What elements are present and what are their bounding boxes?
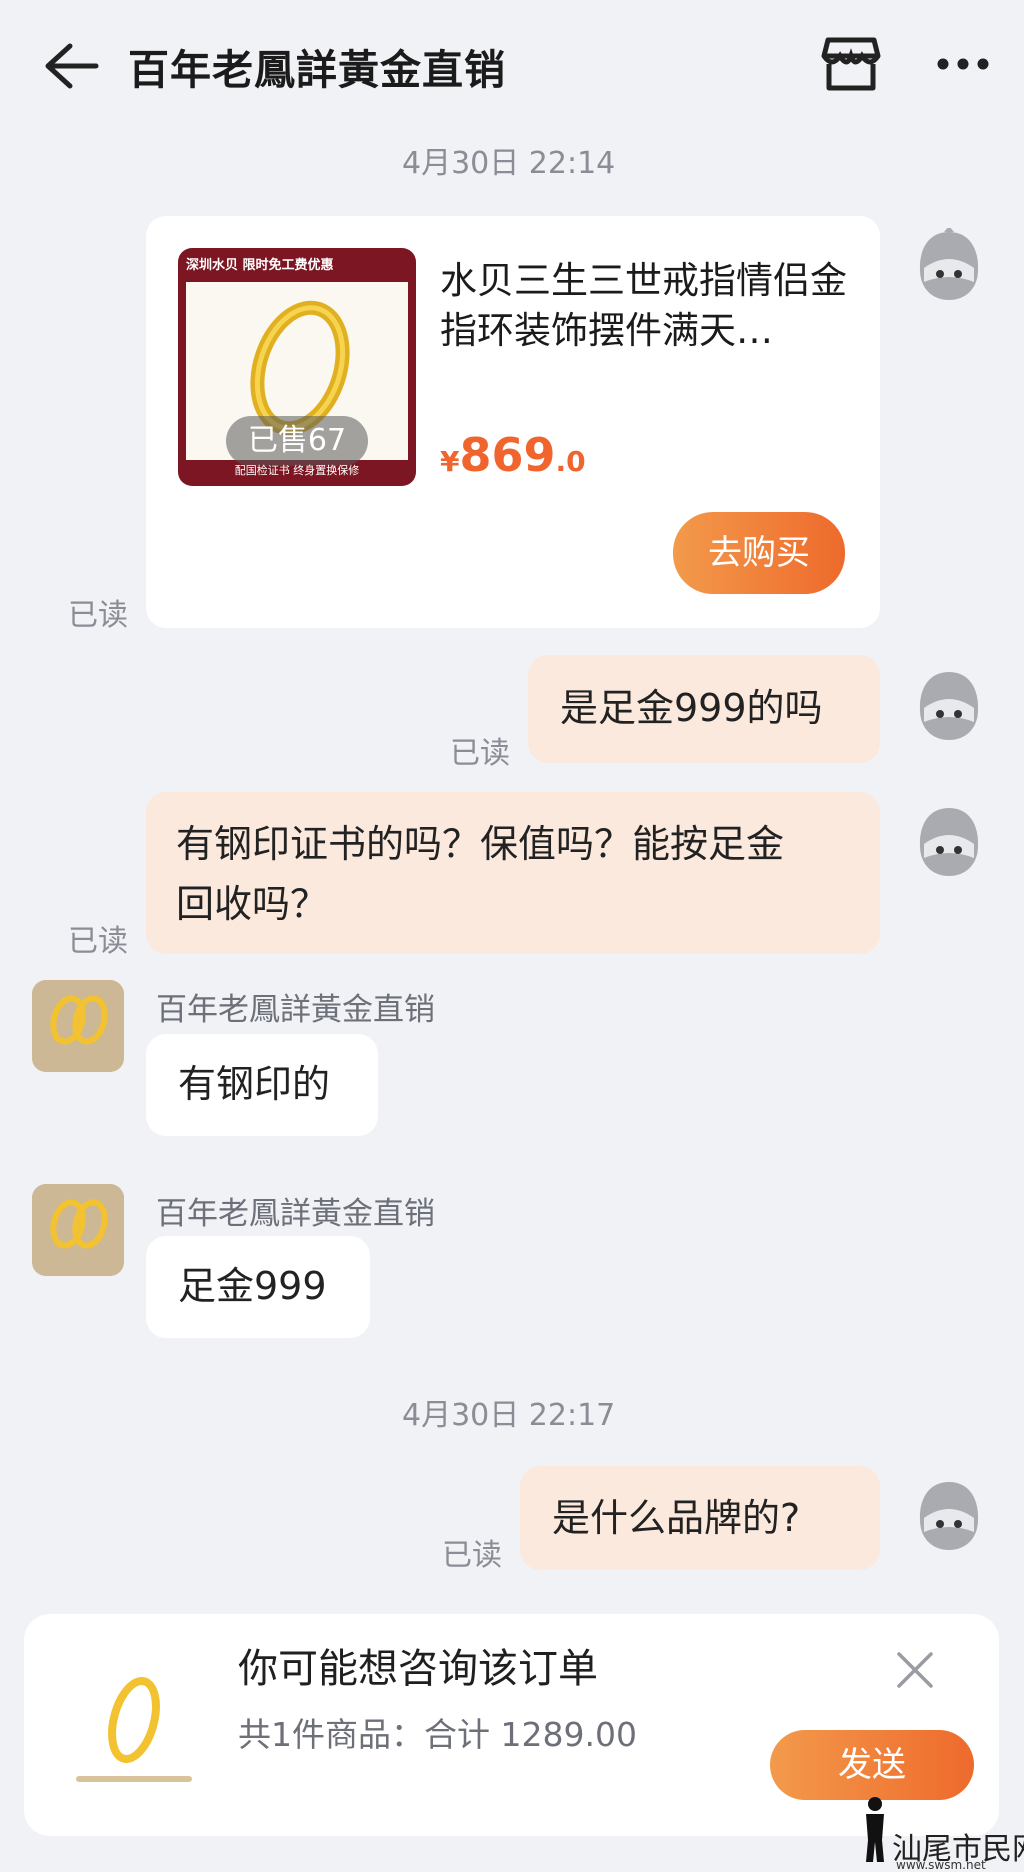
message-text: 足金999 [178, 1264, 327, 1308]
user-avatar[interactable] [914, 1478, 984, 1554]
read-receipt: 已读 [450, 736, 510, 771]
shop-avatar[interactable] [32, 980, 124, 1072]
read-receipt: 已读 [68, 924, 128, 959]
more-icon[interactable] [935, 54, 991, 74]
message-text-line-2: 回收吗？ [176, 882, 329, 926]
timestamp: 4月30日 22:14 [402, 146, 616, 181]
product-image[interactable]: 深圳水贝 限时免工费优惠 已售67 配国检证书 终身置换保修 [178, 248, 416, 486]
message-text: 是足金999的吗 [560, 686, 823, 730]
price-decimal: .0 [555, 445, 586, 478]
user-avatar[interactable] [914, 668, 984, 744]
sold-count-badge: 已售67 [226, 416, 368, 466]
sender-name: 百年老鳳詳黃金直销 [156, 1196, 435, 1232]
ring-icon [32, 1184, 124, 1276]
user-avatar[interactable] [914, 228, 984, 304]
product-price: ¥869.0 [440, 428, 586, 482]
timestamp: 4月30日 22:17 [402, 1398, 616, 1433]
watermark-url: www.swsm.net [896, 1858, 986, 1872]
message-text-line-1: 有钢印证书的吗？保值吗？能按足金 [176, 822, 785, 866]
page-title: 百年老鳳詳黃金直销 [128, 46, 506, 94]
product-image-footer: 配国检证书 终身置换保修 [234, 464, 360, 477]
message-text: 是什么品牌的? [552, 1496, 801, 1540]
order-summary: 共1件商品：合计 1289.00 [238, 1715, 637, 1754]
buy-button[interactable]: 去购买 [673, 512, 845, 594]
order-product-image [76, 1677, 192, 1782]
sender-name: 百年老鳳詳黃金直销 [156, 992, 435, 1028]
product-title[interactable]: 水贝三生三世戒指情侣金指环装饰摆件满天… [440, 256, 850, 356]
price-currency: ¥ [440, 445, 460, 478]
ring-icon [32, 980, 124, 1072]
order-card-title: 你可能想咨询该订单 [238, 1646, 598, 1692]
back-arrow-icon[interactable] [40, 40, 100, 92]
price-integer: 869 [459, 428, 556, 482]
close-icon[interactable] [895, 1650, 935, 1690]
product-image-header: 深圳水贝 限时免工费优惠 [186, 258, 334, 273]
shop-avatar[interactable] [32, 1184, 124, 1276]
message-text: 有钢印的 [178, 1062, 331, 1106]
send-button[interactable]: 发送 [770, 1730, 974, 1800]
user-avatar[interactable] [914, 804, 984, 880]
store-icon[interactable] [820, 34, 882, 94]
read-receipt: 已读 [442, 1538, 502, 1573]
person-silhouette-icon [866, 1797, 884, 1862]
read-receipt: 已读 [68, 598, 128, 633]
